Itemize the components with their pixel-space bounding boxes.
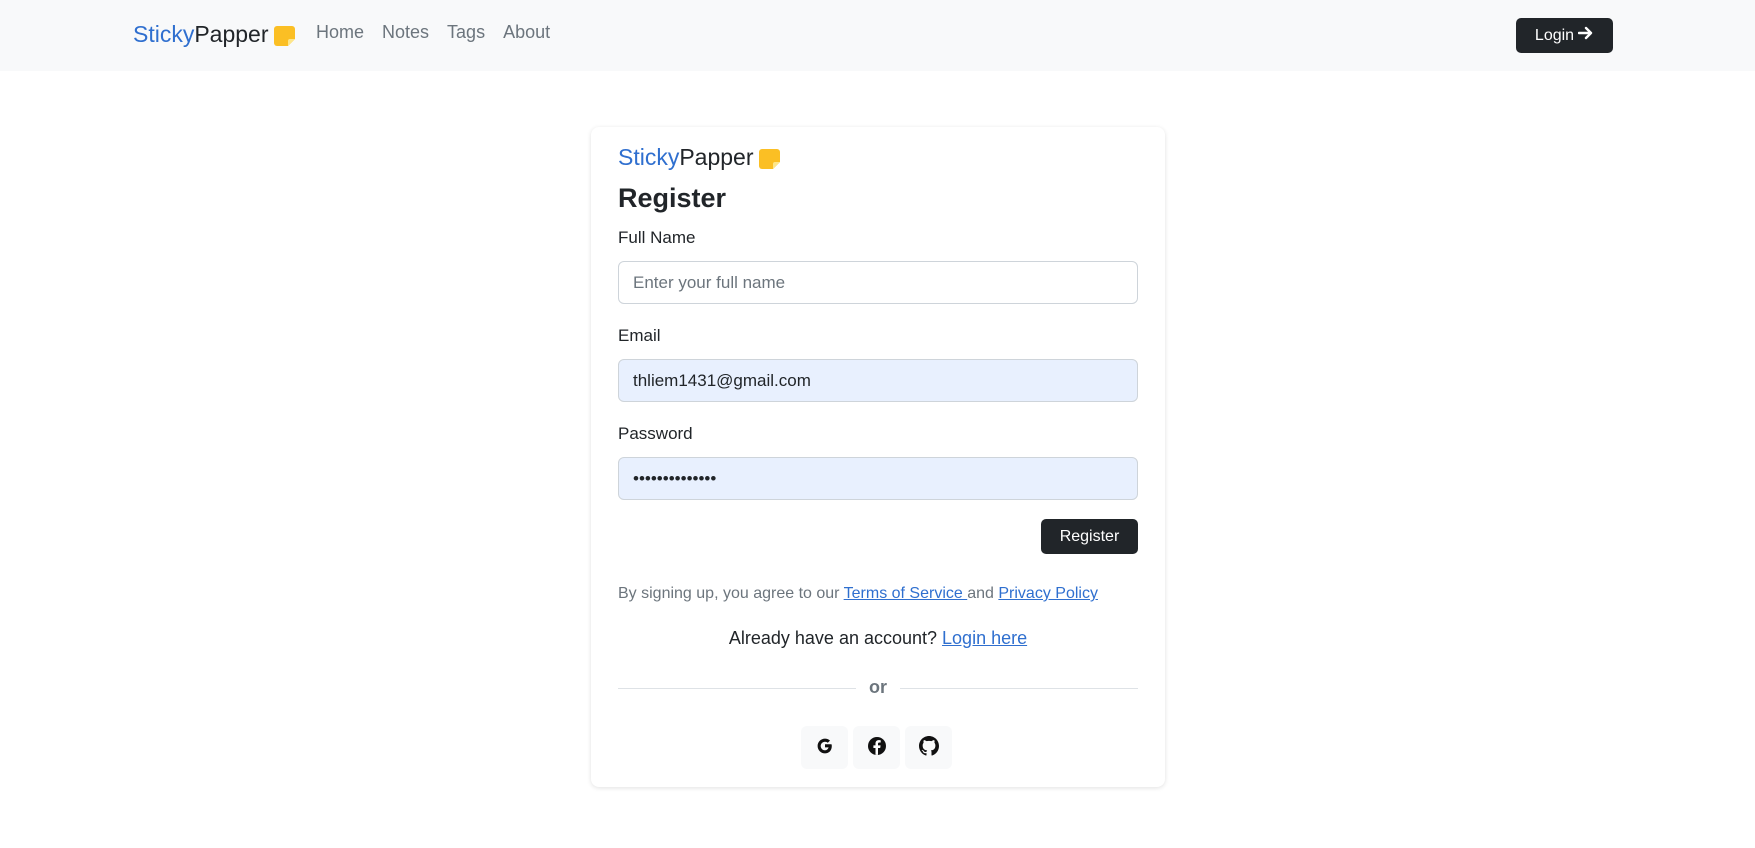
page-title: Register <box>618 183 727 213</box>
register-button[interactable]: Register <box>1041 519 1138 554</box>
card-brand-part-sticky: Sticky <box>618 144 680 170</box>
terms-prefix: By signing up, you agree to our <box>618 585 844 602</box>
login-button[interactable]: Login <box>1516 18 1613 53</box>
github-login-button[interactable] <box>905 726 952 769</box>
nav-about[interactable]: About <box>503 22 550 43</box>
full-name-label: Full Name <box>618 228 696 247</box>
nav-notes[interactable]: Notes <box>382 22 429 43</box>
terms-of-service-link[interactable]: Terms of Service <box>844 585 968 602</box>
navbar: Sticky Papper Home Notes Tags About Login <box>0 0 1755 71</box>
google-icon <box>815 736 835 759</box>
full-name-input[interactable] <box>618 261 1138 304</box>
terms-text: By signing up, you agree to our Terms of… <box>618 585 1098 603</box>
privacy-policy-link[interactable]: Privacy Policy <box>998 585 1098 602</box>
already-text: Already have an account? <box>728 628 943 648</box>
sticky-note-icon <box>758 148 780 169</box>
social-login-group <box>801 726 952 769</box>
login-here-link[interactable]: Login here <box>942 628 1027 648</box>
nav-links: Home Notes Tags About <box>316 22 568 43</box>
sticky-note-icon <box>273 25 295 46</box>
email-input[interactable] <box>618 359 1138 402</box>
password-label: Password <box>618 424 693 443</box>
terms-middle: and <box>967 585 999 602</box>
email-label: Email <box>618 326 661 345</box>
login-label: Login <box>1534 26 1575 44</box>
facebook-icon <box>867 736 887 759</box>
card-brand-logo: Sticky Papper <box>618 144 780 171</box>
arrow-right-icon <box>1577 26 1594 45</box>
nav-tags[interactable]: Tags <box>447 22 485 43</box>
facebook-login-button[interactable] <box>853 726 900 769</box>
or-divider: or <box>618 677 1138 697</box>
already-account-text: Already have an account? Login here <box>591 628 1165 649</box>
password-input[interactable] <box>618 457 1138 500</box>
card-brand-part-papper: Papper <box>679 144 754 170</box>
brand-part-papper: Papper <box>194 21 269 47</box>
register-card: StickyPapper Register Full Name Email Pa… <box>591 127 1165 787</box>
divider-line-right <box>900 688 1138 689</box>
nav-home[interactable]: Home <box>316 22 364 43</box>
brand-part-sticky: Sticky <box>133 21 195 47</box>
google-login-button[interactable] <box>801 726 848 769</box>
github-icon <box>918 736 939 759</box>
brand-logo[interactable]: Sticky Papper <box>133 21 295 48</box>
